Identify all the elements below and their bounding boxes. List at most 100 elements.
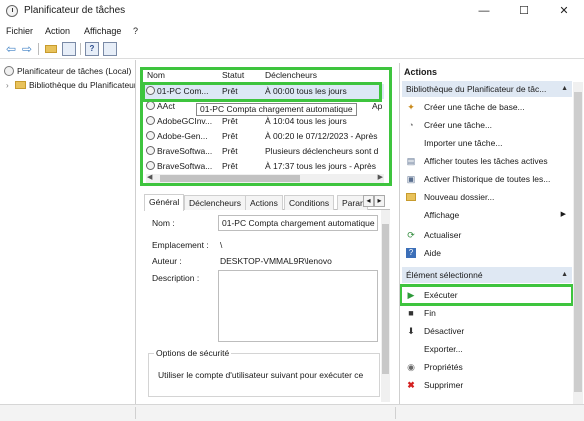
description-field[interactable] (218, 270, 378, 342)
action-label: Affichage (424, 210, 460, 220)
menu-help[interactable]: ? (133, 26, 138, 36)
emplacement-value: \ (220, 240, 223, 250)
auteur-value: DESKTOP-VMMAL9R\lenovo (220, 256, 332, 266)
action-label: Fin (424, 308, 436, 318)
delete-icon: ✖ (407, 380, 415, 390)
action-label: Désactiver (424, 326, 465, 336)
scrollbar-thumb[interactable] (382, 224, 389, 374)
menu-action[interactable]: Action (45, 26, 70, 36)
create-task-icon: ◔ (408, 120, 414, 130)
action-label: Créer une tâche... (424, 120, 493, 130)
end-icon: ■ (408, 308, 414, 318)
tab-actions[interactable]: Actions (245, 195, 283, 210)
action-label: Exécuter (424, 290, 458, 300)
menu-affichage[interactable]: Affichage (84, 26, 121, 36)
properties-icon: ◉ (407, 362, 415, 372)
refresh-icon: ⟳ (407, 230, 415, 240)
action-new-folder[interactable]: Nouveau dossier... (404, 188, 572, 206)
menu-bar: Fichier Action Affichage ? (0, 23, 584, 39)
collapse-icon[interactable]: ▲ (561, 81, 568, 97)
auteur-label: Auteur : (152, 256, 182, 266)
tree-item-label: Bibliothèque du Planificateur (29, 80, 136, 90)
nom-field[interactable]: 01-PC Compta chargement automatique (218, 215, 378, 231)
section-library[interactable]: Bibliothèque du Planificateur de tâc... … (402, 81, 572, 97)
action-create-basic-task[interactable]: ✦ Créer une tâche de base... (404, 98, 572, 116)
details-vertical-scrollbar[interactable] (381, 210, 390, 402)
status-segment (136, 407, 396, 419)
action-disable[interactable]: ⬇ Désactiver (404, 322, 572, 340)
show-hide-console-tree-icon[interactable] (62, 42, 76, 56)
description-label: Description : (152, 273, 200, 283)
security-options-text: Utiliser le compte d'utilisateur suivant… (158, 370, 364, 380)
help-icon: ? (406, 248, 416, 258)
action-end[interactable]: ■ Fin (404, 304, 572, 322)
action-export[interactable]: Exporter... (404, 340, 572, 358)
chevron-right-icon[interactable]: › (6, 79, 15, 92)
chevron-left-icon[interactable]: ◂ (363, 195, 374, 207)
task-scheduler-app-icon (6, 5, 18, 17)
window-title: Planificateur de tâches (24, 5, 126, 16)
tree-item-label: Planificateur de tâches (Local) (17, 66, 132, 76)
back-arrow-icon[interactable]: ⇦ (4, 42, 18, 56)
tree-item-library[interactable]: › Bibliothèque du Planificateur (6, 79, 136, 92)
help-icon[interactable]: ? (85, 42, 99, 56)
action-create-task[interactable]: ◔ Créer une tâche... (404, 116, 572, 134)
action-import-task[interactable]: Importer une tâche... (404, 134, 572, 152)
detail-tabs: Général Déclencheurs Actions Conditions … (144, 194, 390, 211)
console-tree: Planificateur de tâches (Local) › Bibliot… (0, 60, 136, 404)
action-label: Actualiser (424, 230, 462, 240)
active-tasks-icon: ▤ (406, 156, 416, 166)
nom-label: Nom : (152, 218, 175, 228)
close-button[interactable]: ✕ (544, 0, 584, 22)
action-label: Propriétés (424, 362, 463, 372)
up-folder-icon[interactable] (44, 42, 58, 56)
action-label: Aide (424, 248, 442, 258)
create-basic-task-icon: ✦ (407, 102, 415, 112)
actions-vertical-scrollbar[interactable] (573, 82, 583, 404)
show-hide-action-pane-icon[interactable] (103, 42, 117, 56)
forward-arrow-icon[interactable]: ⇨ (20, 42, 34, 56)
maximize-button[interactable]: ☐ (504, 0, 544, 22)
history-icon: ▣ (406, 174, 416, 184)
action-label: Exporter... (424, 344, 463, 354)
section-selected-label: Élément sélectionné (406, 270, 483, 280)
folder-icon (406, 192, 416, 202)
action-label: Créer une tâche de base... (424, 102, 525, 112)
action-refresh[interactable]: ⟳ Actualiser (404, 226, 572, 244)
action-label: Nouveau dossier... (424, 192, 495, 202)
run-icon: ▶ (407, 290, 415, 300)
menu-fichier[interactable]: Fichier (6, 26, 33, 36)
toolbar-separator (38, 43, 39, 55)
action-enable-history[interactable]: ▣ Activer l'historique de toutes les... (404, 170, 572, 188)
action-delete[interactable]: ✖ Supprimer (404, 376, 572, 394)
action-label: Supprimer (424, 380, 464, 390)
status-segment (0, 407, 136, 419)
actions-title: Actions (404, 67, 438, 77)
emplacement-label: Emplacement : (152, 240, 209, 250)
minimize-button[interactable]: — (464, 0, 504, 22)
tab-scroll-buttons: ◂ ▸ (363, 195, 385, 207)
scrollbar-thumb[interactable] (574, 92, 582, 392)
action-properties[interactable]: ◉ Propriétés (404, 358, 572, 376)
action-run[interactable]: ▶ Exécuter (404, 286, 572, 304)
collapse-icon[interactable]: ▲ (561, 267, 568, 283)
section-selected-item[interactable]: Élément sélectionné ▲ (402, 267, 572, 283)
status-bar (0, 404, 584, 421)
action-show-active-tasks[interactable]: ▤ Afficher toutes les tâches actives (404, 152, 572, 170)
highlight-selected-task (142, 82, 382, 102)
toolbar: ⇦ ⇨ ? (0, 40, 584, 59)
security-options-title: Options de sécurité (154, 348, 232, 358)
chevron-right-icon[interactable]: ▸ (374, 195, 385, 207)
clock-icon (4, 66, 14, 76)
tab-conditions[interactable]: Conditions (284, 195, 335, 210)
tab-declencheurs[interactable]: Déclencheurs (184, 195, 246, 210)
actions-pane: Actions Bibliothèque du Planificateur de… (399, 63, 584, 404)
action-label: Activer l'historique de toutes les... (424, 174, 551, 184)
action-view[interactable]: Affichage ▶ (404, 206, 572, 224)
action-label: Afficher toutes les tâches actives (424, 156, 548, 166)
tab-general[interactable]: Général (144, 194, 185, 211)
toolbar-separator (80, 43, 81, 55)
action-help[interactable]: ? Aide (404, 244, 572, 262)
tree-item-root[interactable]: Planificateur de tâches (Local) (4, 65, 131, 78)
folder-icon (15, 81, 26, 89)
